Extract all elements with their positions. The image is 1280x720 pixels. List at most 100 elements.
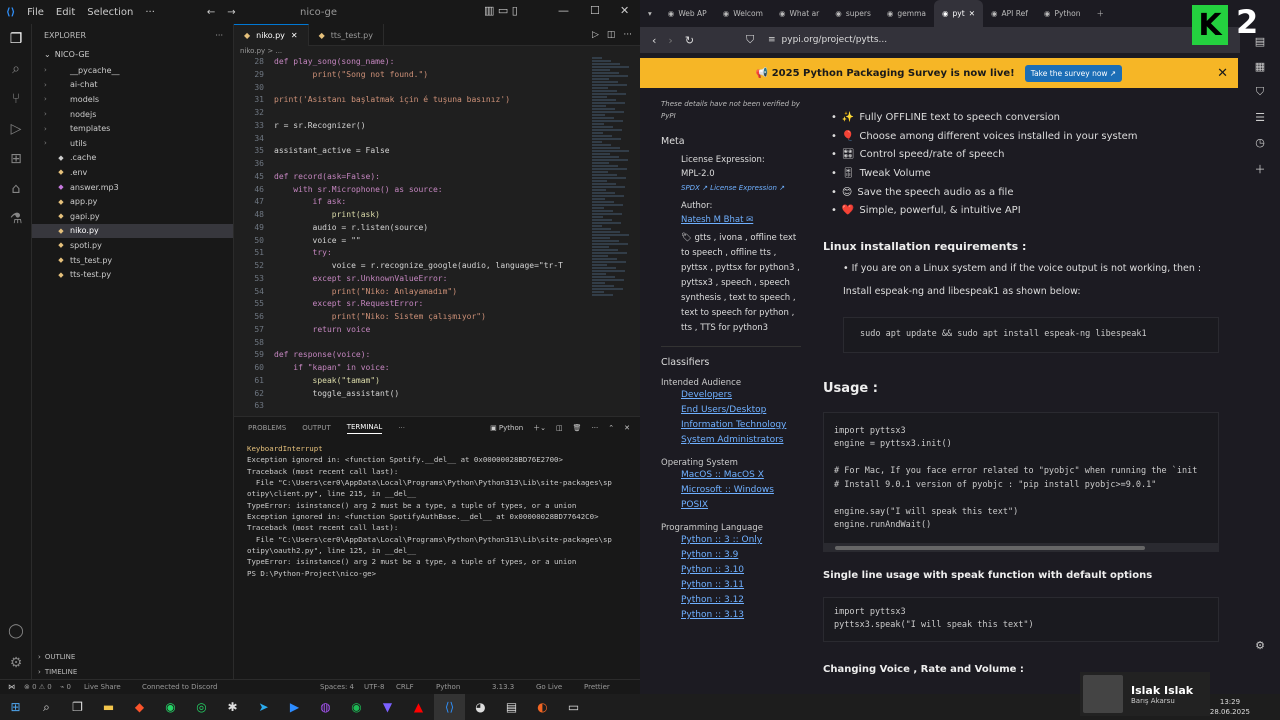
classifier-link[interactable]: Microsoft :: Windows	[681, 483, 801, 498]
file-tree-item[interactable]: ◆ niko.py	[32, 223, 233, 239]
file-tree-item[interactable]: ◆ app.py	[32, 194, 233, 209]
classifier-link[interactable]: POSIX	[681, 498, 801, 513]
close-panel-icon[interactable]: ✕	[624, 424, 630, 432]
classifier-link[interactable]: System Administrators	[681, 433, 801, 448]
go-live[interactable]: Go Live	[536, 683, 562, 691]
browser-tab[interactable]: ◉ supers	[827, 0, 879, 27]
menu-edit[interactable]: Edit	[50, 7, 81, 18]
back-arrow-icon[interactable]: ←	[201, 7, 221, 18]
tab-list-icon[interactable]: ▾	[640, 0, 660, 27]
split-editor-icon[interactable]: ◫	[607, 30, 616, 40]
source-control-icon[interactable]: ⑂	[0, 84, 32, 114]
new-terminal-icon[interactable]: ＋⌄	[533, 423, 546, 433]
close-window-button[interactable]: ✕	[620, 4, 629, 17]
telegram-icon[interactable]: ➤	[248, 694, 279, 720]
classifier-link[interactable]: Python :: 3 :: Only	[681, 533, 801, 548]
author-link[interactable]: Natesh M Bhat ✉	[681, 213, 801, 227]
panel-more-icon[interactable]: ···	[398, 424, 405, 432]
browser-tab[interactable]: ◉ What ar	[771, 0, 827, 27]
brave-icon[interactable]: ◆	[124, 694, 155, 720]
classifier-link[interactable]: Python :: 3.11	[681, 578, 801, 593]
file-tree-item[interactable]: ◆ spoti.py	[32, 238, 233, 253]
zoom-icon[interactable]: ▶	[279, 694, 310, 720]
explorer-icon[interactable]: ❐	[0, 24, 32, 54]
timeline-section[interactable]: › TIMELINE	[32, 664, 234, 679]
tab-problems[interactable]: PROBLEMS	[248, 424, 286, 432]
explorer-more-icon[interactable]: ···	[215, 31, 223, 40]
settings-gear-icon[interactable]: ⚙	[0, 648, 32, 678]
python-version[interactable]: 3.13.3	[492, 683, 514, 691]
close-banner-icon[interactable]: ✕	[1217, 66, 1228, 81]
bookmark-icon[interactable]: ⛉	[746, 33, 754, 47]
kill-terminal-icon[interactable]: 🗑	[573, 424, 582, 432]
vscode-taskbar-icon[interactable]: ⟨⟩	[434, 694, 465, 720]
run-debug-icon[interactable]: ▷	[0, 114, 32, 144]
spdx-links[interactable]: SPDX ↗ License Expression ↗	[681, 181, 801, 195]
slack-icon[interactable]: ✱	[217, 694, 248, 720]
start-windows-icon[interactable]: ⊞	[0, 694, 31, 720]
add-sidebar-icon[interactable]: ＋	[1255, 161, 1266, 177]
file-tree-item[interactable]: ◆ tts_test.py	[32, 253, 233, 268]
workspace-folder[interactable]: ⌄ NICO-GE	[32, 46, 233, 63]
problems-count[interactable]: ⊗ 0 ⚠ 0	[24, 683, 52, 691]
code-editor[interactable]: 28 def play_song(song_name): 29 print("Son…	[234, 56, 590, 412]
browser-tab[interactable]: ◉ Web AP	[660, 0, 715, 27]
vpn-icon[interactable]: ▼	[372, 694, 403, 720]
file-tree-item[interactable]: ◆ answer.mp3	[32, 180, 233, 195]
extensions-icon[interactable]: ⊞	[0, 144, 32, 174]
file-tree-item[interactable]: ◆ .env	[32, 165, 233, 180]
split-terminal-icon[interactable]: ◫	[556, 424, 563, 432]
language-mode[interactable]: Python	[436, 683, 460, 691]
history-icon[interactable]: ◷	[1255, 136, 1265, 149]
whatsapp-icon[interactable]: ◉	[155, 694, 186, 720]
file-tree-item[interactable]: › nodejs	[32, 107, 233, 122]
minimize-button[interactable]: —	[558, 4, 569, 17]
line-ending[interactable]: CRLF	[396, 683, 414, 691]
chrome-icon[interactable]: ◕	[465, 694, 496, 720]
terminal-profile[interactable]: ▣ Python	[490, 424, 523, 432]
classifier-link[interactable]: End Users/Desktop	[681, 403, 801, 418]
reload-icon[interactable]: ↻	[685, 34, 694, 47]
file-tree-item[interactable]: › models	[32, 92, 233, 107]
menu-file[interactable]: File	[21, 7, 50, 18]
maximize-panel-icon[interactable]: ⌃	[608, 424, 614, 432]
editor-more-icon[interactable]: ···	[623, 30, 632, 40]
file-tree-item[interactable]: › templates	[32, 121, 233, 136]
minimap[interactable]	[590, 56, 632, 412]
classifier-link[interactable]: Python :: 3.13	[681, 608, 801, 623]
file-tree-item[interactable]: › utils	[32, 136, 233, 151]
discord-status[interactable]: Connected to Discord	[142, 683, 217, 691]
forward-icon[interactable]: ›	[668, 34, 672, 47]
account-icon[interactable]: ◯	[0, 616, 32, 646]
tab-tts-test-py[interactable]: ◆ tts_test.py	[309, 24, 384, 46]
menu-selection[interactable]: Selection	[81, 7, 139, 18]
classifier-link[interactable]: Information Technology	[681, 418, 801, 433]
single-line-code-block[interactable]: import pyttsx3 pyttsx3.speak("I will spe…	[823, 596, 1219, 642]
close-tab-icon[interactable]: ✕	[969, 9, 975, 18]
layout-icon[interactable]: ▥ ▭ ▯	[484, 4, 518, 17]
reading-list-icon[interactable]: ☰	[1255, 111, 1265, 124]
linux-code-block[interactable]: sudo apt update && sudo apt install espe…	[843, 317, 1219, 353]
file-explorer-icon[interactable]: ▬	[93, 694, 124, 720]
browser-tab[interactable]: ◉ API Ref	[983, 0, 1036, 27]
forward-arrow-icon[interactable]: →	[221, 7, 241, 18]
code-scrollbar-thumb[interactable]	[835, 545, 1145, 550]
new-tab-icon[interactable]: ＋	[1088, 0, 1112, 27]
survey-button[interactable]: Take the survey now ↗	[1024, 64, 1123, 82]
classifier-link[interactable]: Python :: 3.12	[681, 593, 801, 608]
window-title[interactable]: nico-ge	[300, 7, 337, 18]
messenger-icon[interactable]: ◍	[310, 694, 341, 720]
pc-icon[interactable]: ▭	[558, 694, 589, 720]
close-tab-icon[interactable]: ✕	[291, 31, 298, 40]
usage-code-block[interactable]: import pyttsx3 engine = pyttsx3.init() #…	[823, 411, 1219, 544]
whatsapp-business-icon[interactable]: ◎	[186, 694, 217, 720]
tab-niko-py[interactable]: ◆ niko.py ✕	[234, 24, 309, 46]
tab-terminal[interactable]: TERMINAL	[346, 423, 383, 434]
classifier-link[interactable]: Developers	[681, 388, 801, 403]
search-icon[interactable]: ⌕	[31, 694, 62, 720]
file-tree-item[interactable]: › __pycache__	[32, 63, 233, 78]
live-share[interactable]: Live Share	[84, 683, 121, 691]
task-view-icon[interactable]: ❐	[62, 694, 93, 720]
app-icon[interactable]: ◐	[527, 694, 558, 720]
sidebar-settings-icon[interactable]: ⚙	[1255, 639, 1265, 652]
